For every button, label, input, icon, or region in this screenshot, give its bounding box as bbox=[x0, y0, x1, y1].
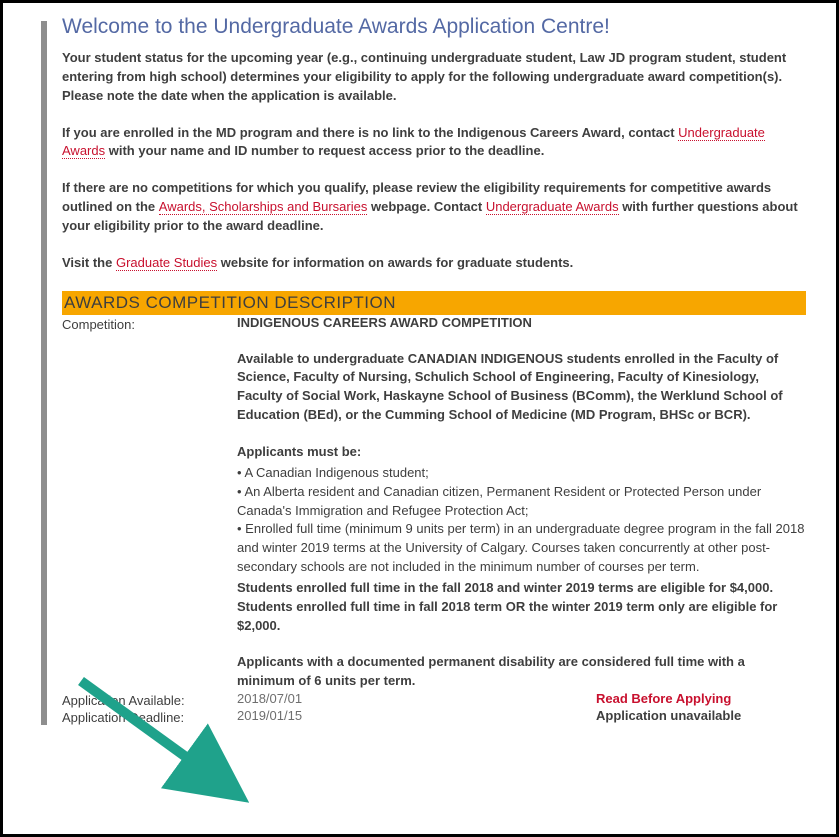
page-frame: Welcome to the Undergraduate Awards Appl… bbox=[0, 0, 839, 837]
criteria-item: An Alberta resident and Canadian citizen… bbox=[237, 483, 806, 521]
section-banner: AWARDS COMPETITION DESCRIPTION bbox=[62, 291, 806, 315]
intro-block: Your student status for the upcoming yea… bbox=[62, 49, 806, 273]
eligibility-intro: Available to undergraduate CANADIAN INDI… bbox=[237, 350, 806, 425]
criteria-list: A Canadian Indigenous student; An Albert… bbox=[237, 464, 806, 577]
awards-scholarships-link[interactable]: Awards, Scholarships and Bursaries bbox=[159, 199, 368, 215]
page-title: Welcome to the Undergraduate Awards Appl… bbox=[62, 15, 806, 39]
application-available-label: Application Available: bbox=[62, 691, 237, 708]
competition-label: Competition: bbox=[62, 315, 237, 332]
criteria-item: A Canadian Indigenous student; bbox=[237, 464, 806, 483]
graduate-studies-link[interactable]: Graduate Studies bbox=[116, 255, 217, 271]
undergraduate-awards-link-2[interactable]: Undergraduate Awards bbox=[486, 199, 619, 215]
intro-grad-paragraph: Visit the Graduate Studies website for i… bbox=[62, 254, 806, 273]
mustbe-label: Applicants must be: bbox=[237, 443, 806, 462]
competition-grid: Competition: INDIGENOUS CAREERS AWARD CO… bbox=[62, 315, 806, 726]
application-available-date: 2018/07/01 bbox=[237, 691, 596, 708]
content-column: Welcome to the Undergraduate Awards Appl… bbox=[41, 21, 806, 725]
application-deadline-date: 2019/01/15 bbox=[237, 708, 596, 725]
competition-description: Available to undergraduate CANADIAN INDI… bbox=[237, 350, 806, 692]
competition-name: INDIGENOUS CAREERS AWARD COMPETITION bbox=[237, 315, 806, 332]
intro-md-paragraph: If you are enrolled in the MD program an… bbox=[62, 124, 806, 162]
read-before-applying-link[interactable]: Read Before Applying bbox=[596, 691, 731, 706]
intro-status-paragraph: Your student status for the upcoming yea… bbox=[62, 49, 806, 106]
intro-noqual-paragraph: If there are no competitions for which y… bbox=[62, 179, 806, 236]
application-status: Application unavailable bbox=[596, 708, 806, 725]
amounts-paragraph: Students enrolled full time in the fall … bbox=[237, 579, 806, 636]
application-deadline-label: Application Deadline: bbox=[62, 708, 237, 725]
criteria-item: Enrolled full time (minimum 9 units per … bbox=[237, 520, 806, 577]
disability-note: Applicants with a documented permanent d… bbox=[237, 653, 806, 691]
